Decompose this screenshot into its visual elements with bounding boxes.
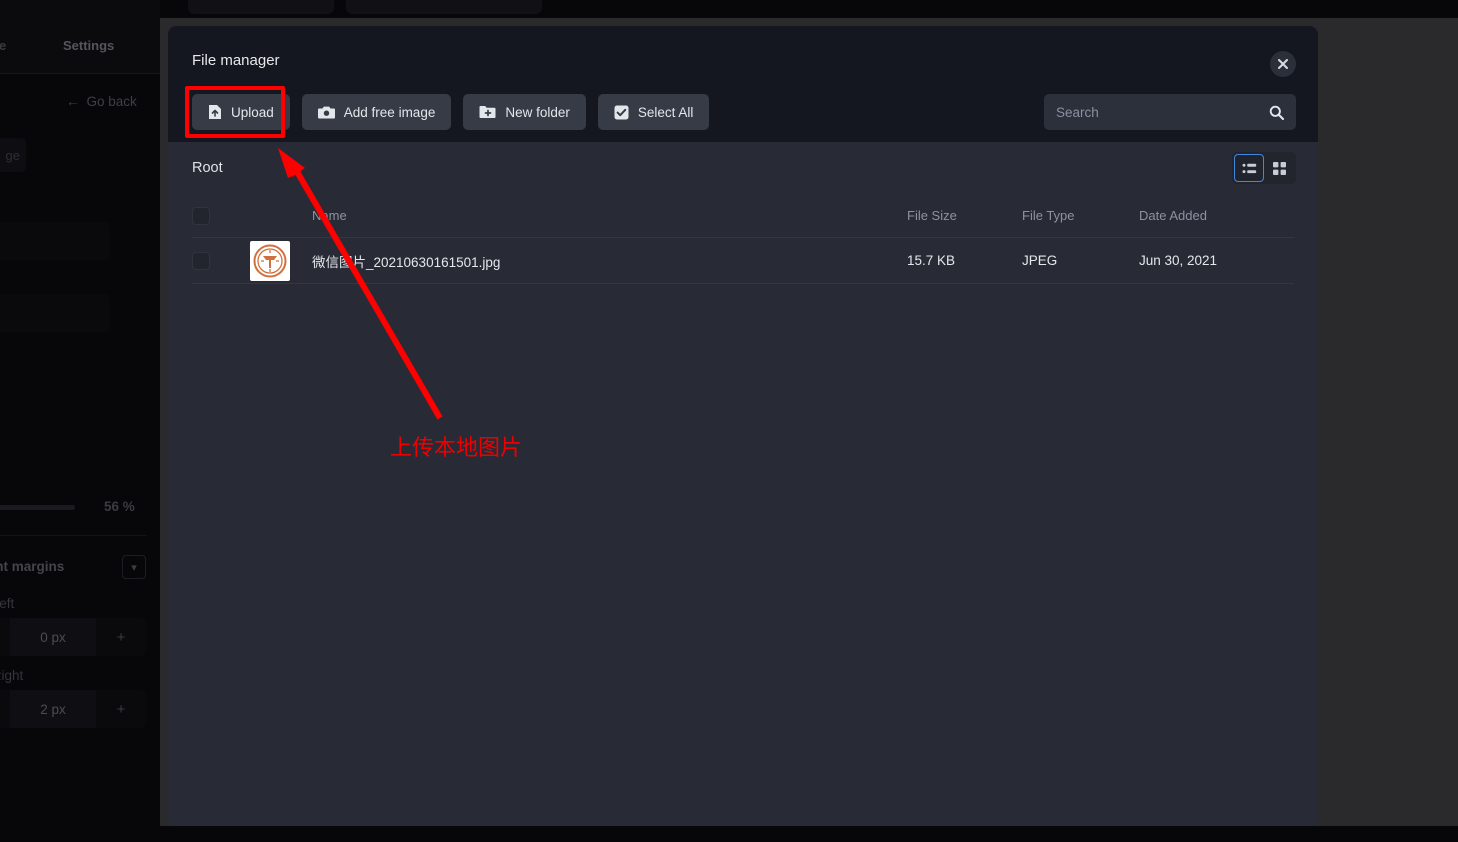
column-header-name[interactable]: Name xyxy=(312,208,907,223)
table-header-row: Name File Size File Type Date Added xyxy=(192,194,1294,238)
new-folder-label: New folder xyxy=(505,104,570,120)
file-table: Name File Size File Type Date Added 微信图片… xyxy=(168,194,1318,826)
upload-button[interactable]: Upload xyxy=(192,94,290,130)
checkbox-checked-icon xyxy=(614,105,629,120)
select-all-checkbox[interactable] xyxy=(192,206,210,225)
progress-bar[interactable] xyxy=(0,505,75,510)
select-all-checkbox-cell xyxy=(192,206,250,225)
folder-plus-icon xyxy=(479,105,496,119)
dialog-toolbar: Upload Add free image New folder Select … xyxy=(192,94,710,130)
margin-right-decrement[interactable]: − xyxy=(0,690,10,728)
column-header-file-size[interactable]: File Size xyxy=(907,208,1022,223)
breadcrumb: Root xyxy=(168,142,1318,194)
breadcrumb-root[interactable]: Root xyxy=(192,160,223,176)
row-file-size: 15.7 KB xyxy=(907,253,956,268)
margin-right-label: argin Right xyxy=(0,668,24,683)
backdrop-bottom-strip xyxy=(160,826,1458,842)
backdrop-top-strip xyxy=(160,0,1458,18)
search-icon[interactable] xyxy=(1269,105,1284,120)
row-thumbnail-cell xyxy=(250,240,312,281)
dialog-header: File manager Upload Add free image New f… xyxy=(168,26,1318,142)
margin-left-stepper[interactable]: − 0 px + xyxy=(0,618,146,656)
file-manager-dialog: File manager Upload Add free image New f… xyxy=(168,26,1318,826)
row-checkbox-cell xyxy=(192,251,250,270)
list-view-icon[interactable] xyxy=(1234,154,1264,182)
background-ghost-control-1 xyxy=(188,0,334,14)
row-checkbox[interactable] xyxy=(192,251,210,270)
row-file-type: JPEG xyxy=(1022,253,1058,268)
add-free-image-label: Add free image xyxy=(343,104,436,120)
background-sidebar: re Settings ← Go back ge 56 % ependent m… xyxy=(0,0,160,842)
add-free-image-button[interactable]: Add free image xyxy=(301,94,452,130)
tab-store-partial[interactable]: re xyxy=(0,38,6,53)
close-icon[interactable] xyxy=(1270,51,1296,77)
chevron-down-icon[interactable]: ▾ xyxy=(122,555,146,579)
row-date-added: Jun 30, 2021 xyxy=(1139,253,1218,268)
sidebar-divider xyxy=(0,535,147,536)
row-file-name[interactable]: 微信图片_20210630161501.jpg xyxy=(312,251,907,271)
view-toggle xyxy=(1232,152,1296,184)
margins-select-label: ependent margins xyxy=(0,559,65,574)
arrow-left-icon: ← xyxy=(66,94,80,109)
screen: re Settings ← Go back ge 56 % ependent m… xyxy=(0,0,1458,842)
grid-view-icon[interactable] xyxy=(1264,154,1294,182)
annotation-callout-text: 上传本地图片 xyxy=(390,436,523,461)
new-folder-button[interactable]: New folder xyxy=(463,94,586,130)
background-panel-1 xyxy=(0,222,110,260)
progress-value: 56 % xyxy=(104,499,135,514)
background-ghost-control-2 xyxy=(346,0,542,14)
margin-right-increment[interactable]: + xyxy=(96,690,146,728)
camera-icon xyxy=(317,105,335,119)
margin-left-increment[interactable]: + xyxy=(96,618,146,656)
go-back-button[interactable]: ← Go back xyxy=(66,94,137,109)
background-topbar xyxy=(0,0,160,74)
margin-right-value[interactable]: 2 px xyxy=(10,690,96,728)
column-header-date-added[interactable]: Date Added xyxy=(1139,208,1294,223)
select-all-label: Select All xyxy=(637,104,694,120)
file-upload-icon xyxy=(208,104,222,120)
select-all-button[interactable]: Select All xyxy=(597,94,710,130)
upload-label: Upload xyxy=(231,104,274,120)
search-input[interactable] xyxy=(1056,104,1269,120)
margin-left-label: argin Left xyxy=(0,596,15,611)
background-panel-2 xyxy=(0,294,110,332)
column-header-file-type[interactable]: File Type xyxy=(1022,208,1139,223)
tab-settings[interactable]: Settings xyxy=(63,38,114,53)
background-chip-button[interactable]: ge xyxy=(0,138,26,172)
table-row[interactable]: 微信图片_20210630161501.jpg 15.7 KB JPEG Jun… xyxy=(192,238,1294,284)
margin-left-value[interactable]: 0 px xyxy=(10,618,96,656)
margin-right-stepper[interactable]: − 2 px + xyxy=(0,690,146,728)
search-box[interactable] xyxy=(1044,94,1296,130)
margin-left-decrement[interactable]: − xyxy=(0,618,10,656)
go-back-label: Go back xyxy=(86,94,137,109)
image-thumbnail-emblem xyxy=(250,240,290,281)
dialog-title: File manager xyxy=(192,52,280,69)
